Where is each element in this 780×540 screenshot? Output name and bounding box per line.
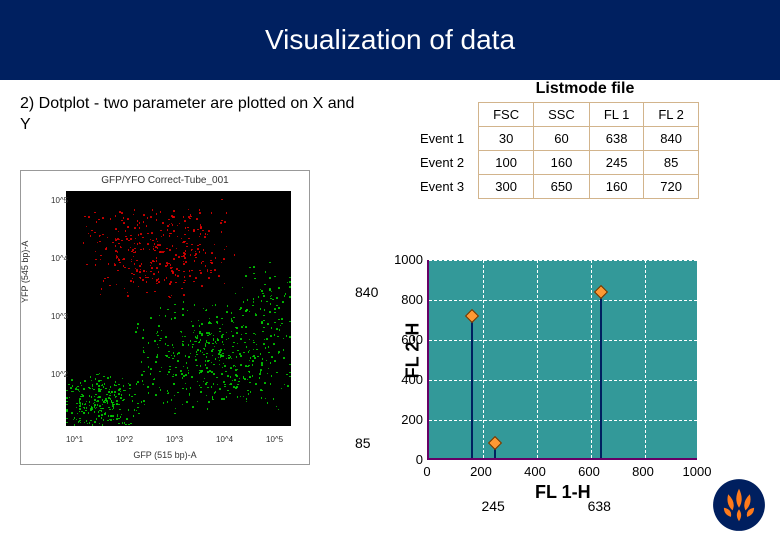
listmode-table: FSCSSCFL 1FL 2 Event 13060638840Event 21… [420, 102, 699, 199]
table-cell: 100 [479, 151, 534, 175]
table-cell: 300 [479, 175, 534, 199]
scatter-plot [66, 191, 291, 426]
chart-y-label: FL 2-H [402, 323, 423, 379]
table-cell: 720 [644, 175, 699, 199]
x-annotation: 638 [588, 498, 611, 514]
scatter-title: GFP/YFO Correct-Tube_001 [21, 175, 309, 186]
table-header [420, 103, 479, 127]
table-row: Event 3300650160720 [420, 175, 698, 199]
chart-x-tick: 600 [578, 464, 600, 479]
scatter-x-tick: 10^2 [116, 435, 133, 444]
table-header: SSC [534, 103, 590, 127]
scatter-x-tick: 10^5 [266, 435, 283, 444]
content-area: 2) Dotplot - two parameter are plotted o… [0, 80, 780, 136]
dotplot-chart: FL 2-H FL 1-H 0 200 400 600 800 1000 0 200 400 60… [355, 260, 735, 530]
chart-x-tick: 400 [524, 464, 546, 479]
table-cell: 30 [479, 127, 534, 151]
table-cell: 650 [534, 175, 590, 199]
scatter-x-label: GFP (515 bp)-A [133, 450, 196, 460]
table-cell: 840 [644, 127, 699, 151]
scatter-x-tick: 10^3 [166, 435, 183, 444]
scatter-y-label: YFP (545 bp)-A [20, 240, 30, 302]
flame-logo-icon [712, 478, 766, 532]
table-section: Listmode file FSCSSCFL 1FL 2 Event 13060… [400, 80, 770, 199]
table-title: Listmode file [400, 80, 770, 98]
page-title: Visualization of data [265, 24, 515, 56]
table-cell: 638 [589, 127, 644, 151]
chart-y-tick: 400 [391, 372, 423, 387]
data-point [594, 285, 608, 299]
chart-y-tick: 200 [391, 412, 423, 427]
data-point [465, 309, 479, 323]
table-row: Event 210016024585 [420, 151, 698, 175]
scatter-plot-panel: GFP/YFO Correct-Tube_001 YFP (545 bp)-A … [20, 170, 310, 465]
chart-x-label: FL 1-H [535, 482, 591, 503]
x-annotation: 245 [481, 498, 504, 514]
chart-y-tick: 800 [391, 292, 423, 307]
data-point [488, 436, 502, 450]
chart-x-tick: 800 [632, 464, 654, 479]
scatter-y-tick: 10^5 [51, 196, 68, 205]
table-cell: 85 [644, 151, 699, 175]
table-row: Event 13060638840 [420, 127, 698, 151]
scatter-y-tick: 10^4 [51, 254, 68, 263]
chart-x-tick: 0 [423, 464, 430, 479]
row-label: Event 3 [420, 175, 479, 199]
row-label: Event 2 [420, 151, 479, 175]
chart-x-tick: 200 [470, 464, 492, 479]
scatter-x-tick: 10^1 [66, 435, 83, 444]
table-header: FL 2 [644, 103, 699, 127]
scatter-y-tick: 10^3 [51, 312, 68, 321]
y-annotation: 840 [355, 284, 378, 300]
scatter-y-tick: 10^2 [51, 370, 68, 379]
row-label: Event 1 [420, 127, 479, 151]
table-cell: 245 [589, 151, 644, 175]
chart-y-tick: 0 [391, 452, 423, 467]
chart-y-tick: 1000 [391, 252, 423, 267]
table-cell: 160 [589, 175, 644, 199]
title-bar: Visualization of data [0, 0, 780, 80]
subtitle-text: 2) Dotplot - two parameter are plotted o… [20, 94, 360, 136]
table-cell: 160 [534, 151, 590, 175]
table-header: FL 1 [589, 103, 644, 127]
table-header: FSC [479, 103, 534, 127]
chart-y-tick: 600 [391, 332, 423, 347]
scatter-x-tick: 10^4 [216, 435, 233, 444]
chart-x-tick: 1000 [683, 464, 712, 479]
table-cell: 60 [534, 127, 590, 151]
y-annotation: 85 [355, 435, 371, 451]
